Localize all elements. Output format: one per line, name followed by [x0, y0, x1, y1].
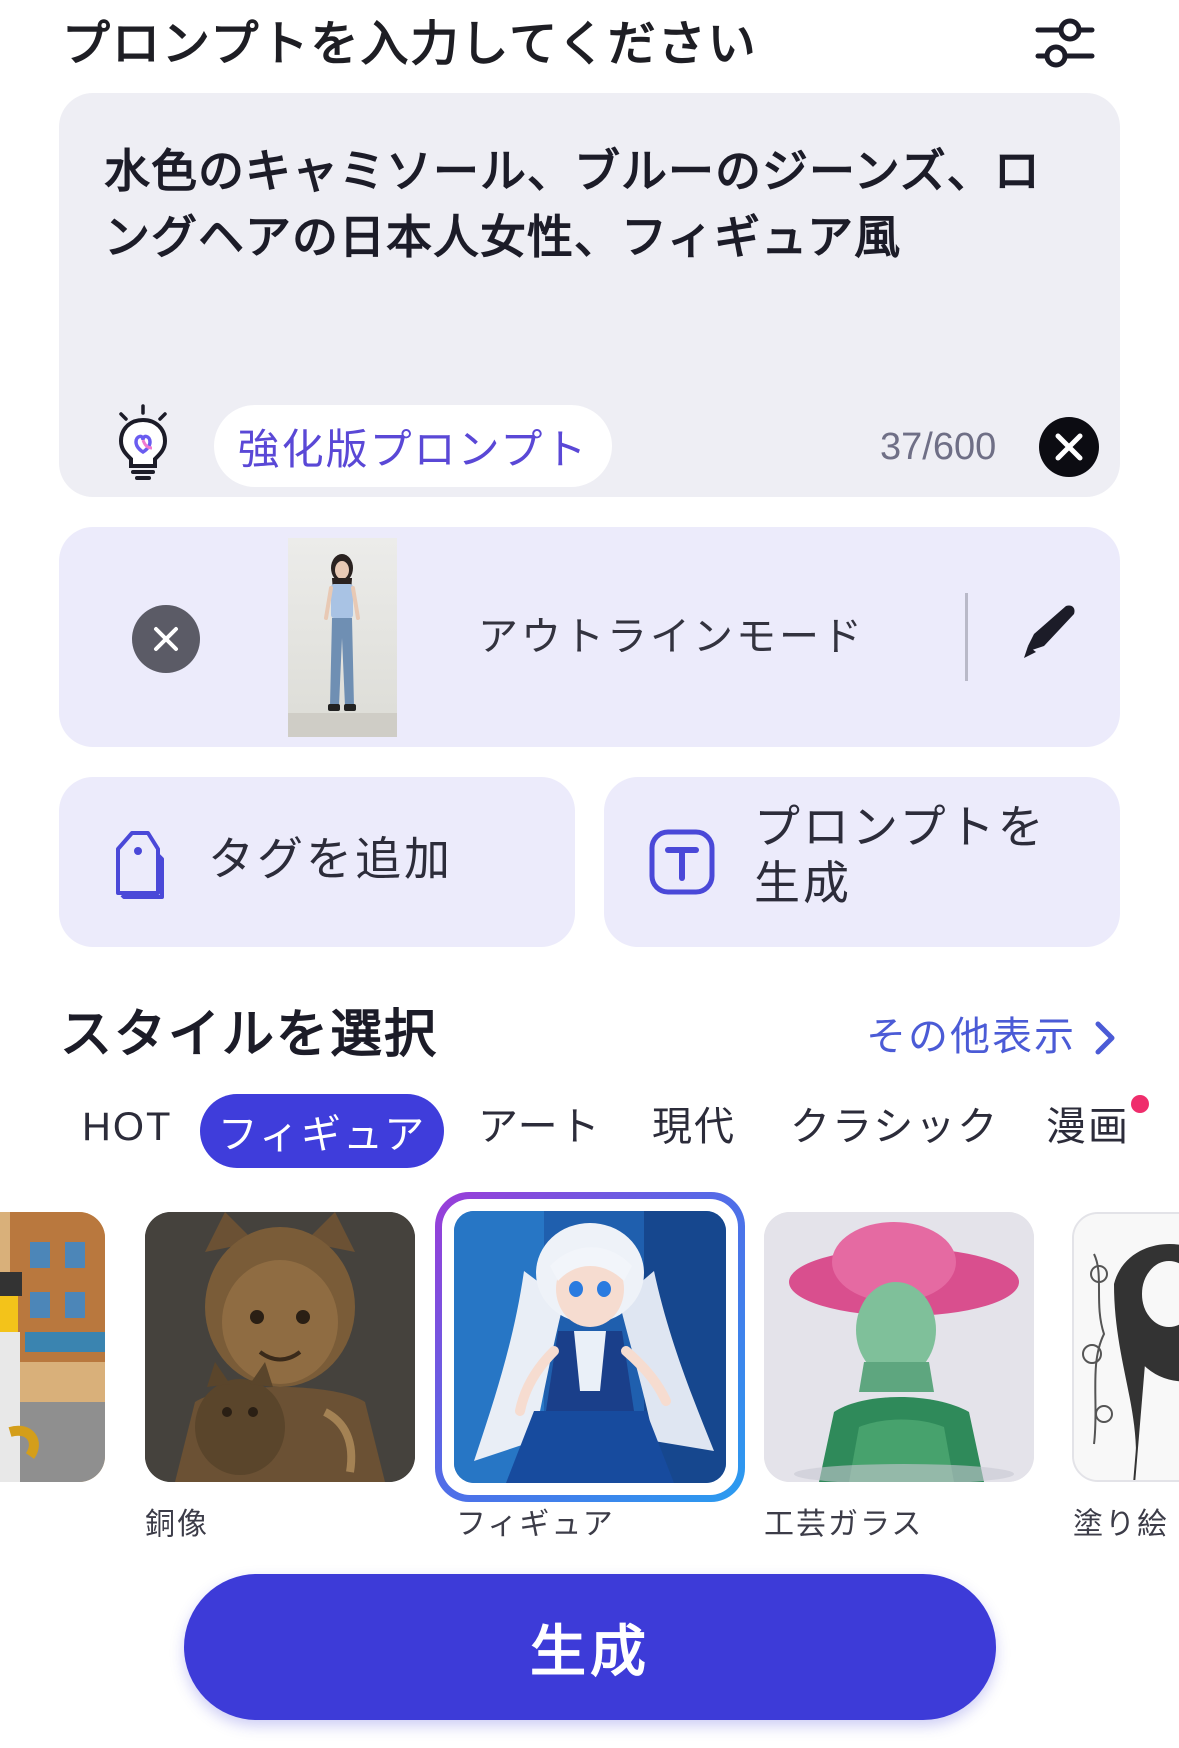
category-tab-manga[interactable]: 漫画 — [1046, 1102, 1130, 1152]
char-counter: 37/600 — [880, 426, 997, 468]
style-thumbnail-lego[interactable] — [0, 1212, 105, 1482]
show-more-link[interactable]: その他表示 — [866, 1012, 1076, 1062]
divider — [965, 593, 968, 681]
reference-image-thumbnail[interactable] — [288, 538, 397, 737]
style-thumbnail-coloring[interactable] — [1072, 1212, 1179, 1482]
category-tab-classic[interactable]: クラシック — [790, 1102, 999, 1152]
clear-prompt-button[interactable] — [1039, 417, 1099, 477]
category-tab-figure[interactable]: フィギュア — [200, 1094, 444, 1168]
generate-button[interactable]: 生成 — [184, 1574, 996, 1720]
style-thumbnail-glass[interactable] — [764, 1212, 1034, 1482]
style-section-title: スタイルを選択 — [60, 1005, 439, 1065]
close-circle-icon — [1055, 433, 1083, 461]
lightbulb-icon[interactable] — [112, 404, 174, 484]
category-tab-modern[interactable]: 現代 — [652, 1102, 736, 1152]
style-label-glass: 工芸ガラス — [764, 1507, 924, 1542]
selected-frame-inner — [442, 1199, 738, 1495]
add-tag-label: タグを追加 — [208, 832, 453, 886]
style-label-bronze: 銅像 — [145, 1507, 209, 1542]
category-tab-hot[interactable]: HOT — [82, 1102, 172, 1152]
sliders-icon[interactable] — [1030, 8, 1100, 78]
remove-reference-button[interactable] — [132, 605, 200, 673]
style-thumbnail-figure[interactable] — [454, 1211, 726, 1483]
close-icon — [154, 627, 178, 651]
page-title: プロンプトを入力してください — [62, 16, 758, 72]
outline-mode-label[interactable]: アウトラインモード — [478, 612, 865, 662]
prompt-textarea[interactable]: 水色のキャミソール、ブルーのジーンズ、ロングヘアの日本人女性、フィギュア風 — [104, 138, 1084, 270]
enhance-prompt-button[interactable]: 強化版プロンプト — [214, 405, 612, 487]
style-thumbnail-figure-selected[interactable] — [435, 1192, 745, 1502]
category-tab-art[interactable]: アート — [478, 1102, 602, 1152]
pen-icon[interactable] — [1016, 600, 1080, 664]
text-t-icon — [648, 828, 716, 896]
chevron-right-icon[interactable] — [1088, 1016, 1122, 1060]
generate-prompt-label: プロンプトを生成 — [754, 800, 1047, 910]
notification-dot — [1131, 1095, 1149, 1113]
style-label-coloring: 塗り絵 — [1073, 1507, 1169, 1542]
tag-icon — [110, 825, 166, 901]
style-thumbnail-bronze[interactable] — [145, 1212, 415, 1482]
style-label-figure: フィギュア — [456, 1507, 615, 1542]
